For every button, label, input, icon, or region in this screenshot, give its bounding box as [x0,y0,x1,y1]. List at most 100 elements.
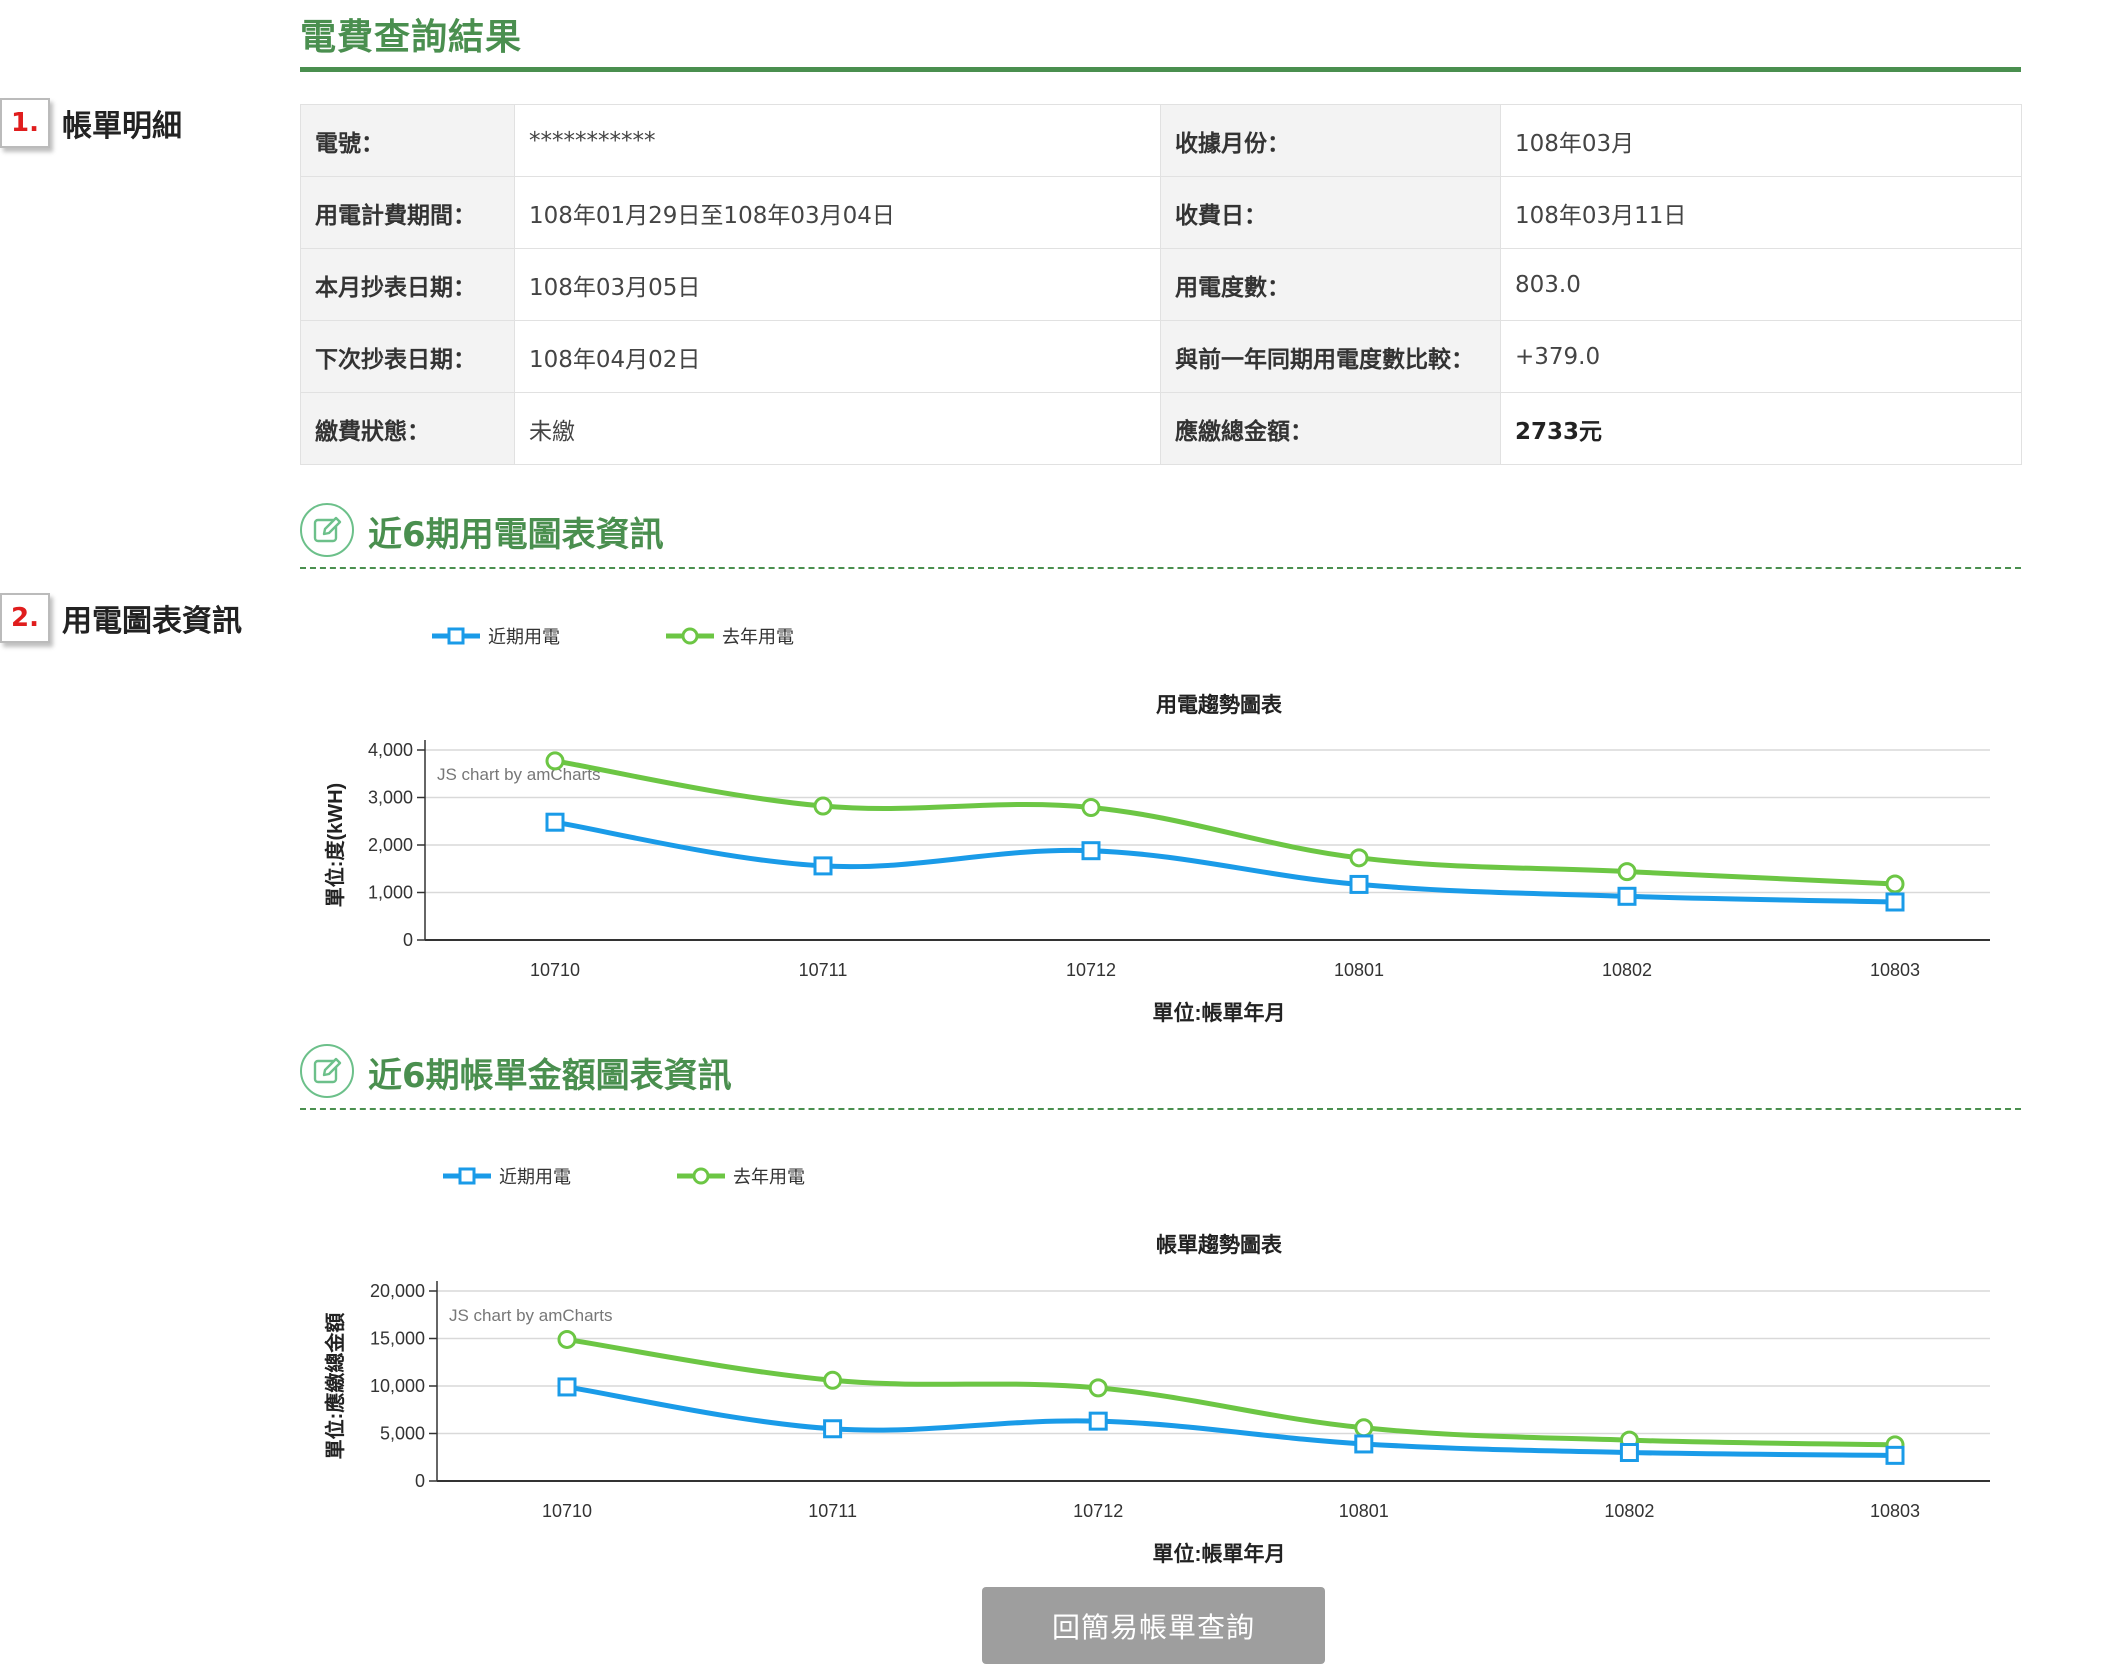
edit-icon [300,1044,354,1098]
step-title: 用電圖表資訊 [62,604,242,639]
data-point-square [557,1377,577,1397]
y-axis-title: 單位:度(kWH) [323,783,347,907]
field-label: 與前一年同期用電度數比較： [1160,320,1501,393]
y-tick-label: 20,000 [370,1281,425,1301]
y-tick-label: 0 [403,930,413,950]
x-tick-label: 10802 [1602,960,1652,980]
data-point-circle [813,796,833,816]
table-row: 用電計費期間： 108年01月29日至108年03月04日 收費日： 108年0… [300,176,2022,249]
legend-label: 近期用電 [488,627,560,647]
legend-square-marker [447,627,465,645]
step-label-chart-info: 2. 用電圖表資訊 [0,593,242,643]
series-line-recent [564,1384,1898,1458]
y-tick-label: 5,000 [380,1424,425,1444]
x-axis-title: 單位:帳單年月 [1153,1542,1286,1566]
y-axis-title: 單位:應繳總金額 [323,1313,347,1460]
data-point-circle [1088,1378,1108,1398]
field-label: 收據月份： [1160,104,1501,177]
x-axis-title: 單位:帳單年月 [1153,1001,1286,1025]
chart-credit: JS chart by amCharts [449,1306,612,1325]
legend-circle-marker [692,1167,710,1185]
y-tick-label: 4,000 [368,740,413,760]
step-title: 帳單明細 [62,109,182,144]
x-tick-label: 10801 [1339,1501,1389,1521]
field-value: 108年03月 [1500,104,2022,177]
step-number: 1. [0,98,50,148]
title-divider [300,67,2021,72]
y-tick-label: 0 [415,1471,425,1491]
x-tick-label: 10801 [1334,960,1384,980]
x-tick-label: 10802 [1604,1501,1654,1521]
table-row: 電號： *********** 收據月份： 108年03月 [300,104,2022,177]
data-point-square [1088,1411,1108,1431]
x-tick-label: 10711 [799,960,848,980]
field-label: 繳費狀態： [300,392,515,465]
y-tick-label: 2,000 [368,835,413,855]
x-tick-label: 10712 [1066,960,1116,980]
step-number: 2. [0,593,50,643]
y-tick-label: 10,000 [370,1376,425,1396]
section-title: 近6期帳單金額圖表資訊 [368,1056,732,1096]
field-value: +379.0 [1500,320,2022,393]
x-tick-label: 10710 [530,960,580,980]
x-tick-label: 10710 [542,1501,592,1521]
field-label: 用電計費期間： [300,176,515,249]
y-tick-label: 1,000 [368,883,413,903]
data-point-circle [1349,848,1369,868]
usage-chart-section-header: 近6期用電圖表資訊 [300,503,2021,573]
table-row: 繳費狀態： 未繳 應繳總金額： 2733元 [300,392,2022,465]
field-value: 未繳 [514,392,1161,465]
data-point-circle [545,751,565,771]
dashed-divider [300,1108,2021,1110]
field-label: 應繳總金額： [1160,392,1501,465]
legend-circle-marker [681,627,699,645]
field-label: 電號： [300,104,515,177]
field-value: 108年01月29日至108年03月04日 [514,176,1161,249]
back-to-simple-query-button[interactable]: 回簡易帳單查詢 [982,1587,1325,1664]
usage-trend-chart: 近期用電 去年用電用電趨勢圖表 4,000 3,000 2,000 1,000 0 JS ch… [323,627,1990,1025]
step-label-bill-detail: 1. 帳單明細 [0,98,182,148]
data-point-circle [1081,797,1101,817]
data-point-square [1354,1434,1374,1454]
section-title: 近6期用電圖表資訊 [368,515,664,555]
data-point-square [545,812,565,832]
field-value: *********** [514,104,1161,177]
bill-trend-chart: 近期用電 去年用電帳單趨勢圖表 20,000 15,000 10,000 5,000 0 JS… [323,1167,1990,1566]
data-point-square [1081,841,1101,861]
data-point-circle [557,1329,577,1349]
x-tick-label: 10711 [808,1501,857,1521]
legend-label: 去年用電 [733,1167,805,1187]
y-tick-label: 15,000 [370,1329,425,1349]
field-label: 下次抄表日期： [300,320,515,393]
chart-title: 用電趨勢圖表 [1156,693,1283,717]
dashed-divider [300,567,2021,569]
x-tick-label: 10803 [1870,960,1920,980]
x-tick-label: 10712 [1073,1501,1123,1521]
field-label: 本月抄表日期： [300,248,515,321]
chart-credit: JS chart by amCharts [437,765,600,784]
field-value: 108年03月11日 [1500,176,2022,249]
data-point-square [1349,874,1369,894]
bill-detail-table: 電號： *********** 收據月份： 108年03月 用電計費期間： 10… [300,104,2022,465]
field-value: 108年04月02日 [514,320,1161,393]
total-amount-value: 2733元 [1500,392,2022,465]
data-point-circle [1354,1418,1374,1438]
data-point-circle [1617,862,1637,882]
table-row: 下次抄表日期： 108年04月02日 與前一年同期用電度數比較： +379.0 [300,320,2022,393]
edit-icon [300,503,354,557]
x-tick-label: 10803 [1870,1501,1920,1521]
data-point-square [1885,1445,1905,1465]
page-title: 電費查詢結果 [300,17,523,58]
data-point-square [1885,892,1905,912]
legend-label: 近期用電 [499,1167,571,1187]
data-point-circle [823,1370,843,1390]
table-row: 本月抄表日期： 108年03月05日 用電度數： 803.0 [300,248,2022,321]
data-point-circle [1885,874,1905,894]
data-point-square [1617,886,1637,906]
field-label: 用電度數： [1160,248,1501,321]
legend-square-marker [458,1167,476,1185]
data-point-square [823,1419,843,1439]
data-point-square [1619,1443,1639,1462]
chart-title: 帳單趨勢圖表 [1156,1233,1283,1257]
legend-label: 去年用電 [722,627,794,647]
